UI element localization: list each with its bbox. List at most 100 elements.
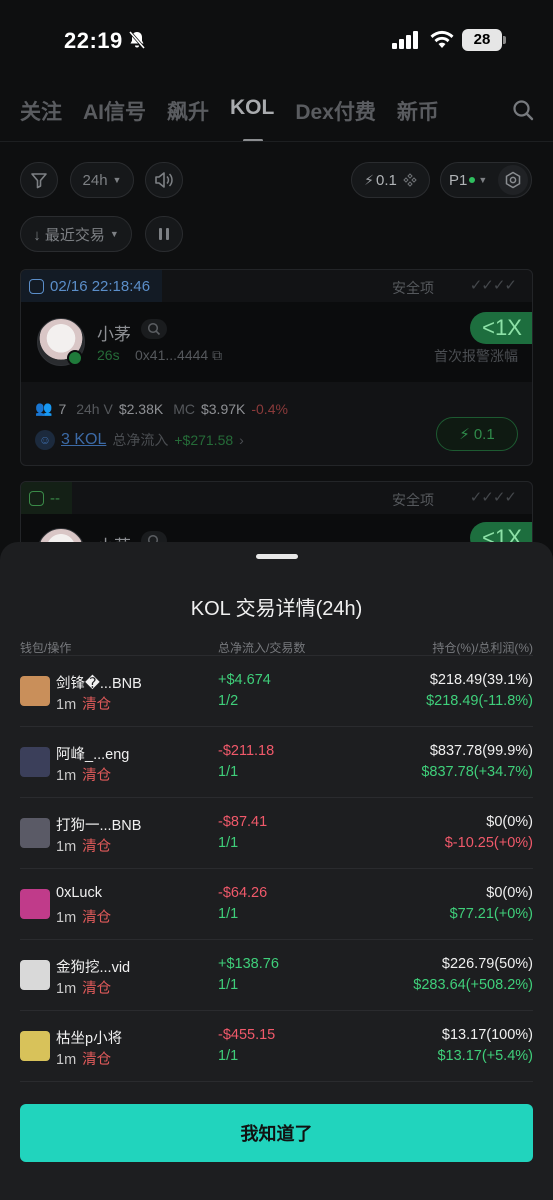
kol-summary[interactable]: ☺ 3 KOL 总净流入 +$271.58 › <box>35 430 244 450</box>
lightning-icon: ⚡ <box>364 171 374 188</box>
sort-value: ↓ 最近交易 <box>33 226 105 244</box>
copy-icon[interactable]: ⧉ <box>212 347 222 363</box>
kol-avatar[interactable] <box>20 747 50 777</box>
kol-avatar[interactable] <box>20 676 50 706</box>
gear-icon <box>505 171 521 189</box>
table-row[interactable]: 0xLuck 1m 清仓 -$64.26 1/1 $0(0%) $77.21(+0%) <box>20 868 533 939</box>
total-profit: $218.49(-11.8%) <box>426 693 533 709</box>
cellular-signal-icon <box>392 31 418 49</box>
alert-badge-icon <box>29 490 44 506</box>
sort-select[interactable]: ↓ 最近交易 ▼ <box>20 216 132 252</box>
tab-surge[interactable]: 飙升 <box>167 96 209 128</box>
net-inflow-value: +$271.58 <box>174 432 234 448</box>
total-profit: $77.21(+0%) <box>449 906 533 922</box>
status-bar: 22:19 28 <box>0 0 553 80</box>
status-dot-icon <box>469 177 476 183</box>
holders-icon: 👥 <box>35 400 53 416</box>
kol-action: 1m 清仓 <box>56 1048 111 1069</box>
column-header-holding: 持仓(%)/总利润(%) <box>432 641 533 655</box>
kol-trade-detail-sheet: KOL 交易详情(24h) 钱包/操作 总净流入/交易数 持仓(%)/总利润(%… <box>0 542 553 1200</box>
trade-count: 1/1 <box>218 906 239 922</box>
tab-ai-signal[interactable]: AI信号 <box>83 96 146 128</box>
caret-down-icon: ▼ <box>109 229 119 239</box>
sheet-title: KOL 交易详情(24h) <box>190 598 363 620</box>
trade-count: 1/1 <box>218 835 239 851</box>
action-label: 清仓 <box>82 981 112 997</box>
trade-table: 剑锋�...BNB 1m 清仓 +$4.674 1/2 $218.49(39.1%) $21… <box>20 655 533 1082</box>
kol-wallet-name: 枯坐p小将 <box>56 1031 123 1047</box>
mc-label: MC <box>173 400 195 417</box>
mc-value: $3.97K <box>200 400 246 417</box>
tab-dex-paid[interactable]: Dex付费 <box>295 96 376 128</box>
kol-action: 1m 清仓 <box>56 906 111 927</box>
safety-label: 安全项 <box>392 492 434 508</box>
trade-time: 1m <box>56 839 77 855</box>
sheet-drag-handle[interactable] <box>256 554 298 559</box>
token-address[interactable]: 0x41...4444 ⧉ <box>135 347 222 364</box>
trade-time: 1m <box>56 768 77 784</box>
lightning-icon: ⚡ <box>459 426 470 443</box>
table-row[interactable]: 打狗一...BNB 1m 清仓 -$87.41 1/1 $0(0%) $-10.25(+0%… <box>20 797 533 868</box>
token-card[interactable]: 02/16 22:18:46 安全项 ✓✓✓✓ 小茅 26s 0x41...44… <box>20 269 533 466</box>
holding-value: $0(0%) <box>486 885 533 901</box>
quick-buy-button[interactable]: ⚡ 0.1 <box>436 417 518 451</box>
multiplier-tag: <1X <box>470 312 532 344</box>
action-label: 清仓 <box>82 839 112 855</box>
holding-value: $837.78(99.9%) <box>429 743 533 759</box>
price-change: -0.4% <box>251 400 288 417</box>
card-header: 02/16 22:18:46 安全项 ✓✓✓✓ <box>21 270 532 302</box>
search-icon[interactable] <box>512 99 534 121</box>
net-inflow: -$455.15 <box>218 1027 276 1043</box>
kol-count-link[interactable]: 3 KOL <box>61 431 106 449</box>
token-name: 小茅 <box>97 325 131 344</box>
token-address-text: 0x41...4444 <box>135 347 209 363</box>
safety-label: 安全项 <box>392 280 434 296</box>
kol-avatar[interactable] <box>20 960 50 990</box>
action-label: 清仓 <box>82 768 112 784</box>
time-range-select[interactable]: 24h ▼ <box>70 162 134 198</box>
confirm-button[interactable]: 我知道了 <box>20 1104 533 1162</box>
net-inflow: -$211.18 <box>218 743 275 759</box>
chain-badge-icon <box>67 350 83 366</box>
trade-count: 1/2 <box>218 693 239 709</box>
bell-muted-icon <box>128 31 146 49</box>
holding-value: $218.49(39.1%) <box>429 672 533 688</box>
kol-avatar[interactable] <box>20 1031 50 1061</box>
tab-new-coins[interactable]: 新币 <box>397 96 439 128</box>
time-range-value: 24h <box>82 171 108 189</box>
kol-avatar[interactable] <box>20 889 50 919</box>
net-inflow: -$87.41 <box>218 814 268 830</box>
table-row[interactable]: 金狗挖...vid 1m 清仓 +$138.76 1/1 $226.79(50%) $283… <box>20 939 533 1010</box>
chevron-right-icon: › <box>239 432 244 448</box>
table-row[interactable]: 枯坐p小将 1m 清仓 -$455.15 1/1 $13.17(100%) $13.17(+… <box>20 1010 533 1081</box>
token-age: 26s <box>97 347 120 363</box>
table-row[interactable]: 剑锋�...BNB 1m 清仓 +$4.674 1/2 $218.49(39.1%) $21… <box>20 655 533 726</box>
battery-indicator: 28 <box>462 29 506 51</box>
token-search-button[interactable] <box>141 319 167 339</box>
tab-kol[interactable]: KOL <box>230 96 274 142</box>
pause-button[interactable] <box>145 216 183 252</box>
kol-wallet-name: 剑锋�...BNB <box>56 676 142 692</box>
kol-action: 1m 清仓 <box>56 693 111 714</box>
trade-count: 1/1 <box>218 977 239 993</box>
sound-toggle[interactable] <box>145 162 183 198</box>
holding-value: $226.79(50%) <box>441 956 533 972</box>
table-row[interactable]: 阿峰_...eng 1m 清仓 -$211.18 1/1 $837.78(99.9%) $8… <box>20 726 533 797</box>
profile-value: P1 <box>449 171 468 189</box>
settings-button[interactable] <box>498 165 528 195</box>
tab-follow[interactable]: 关注 <box>20 96 62 128</box>
holders-count: 7 <box>58 400 67 417</box>
quick-buy-amount[interactable]: ⚡ 0.1 <box>351 162 430 198</box>
search-icon <box>147 322 161 336</box>
kol-avatar[interactable] <box>20 818 50 848</box>
filter-button[interactable] <box>20 162 58 198</box>
kol-wallet-name: 打狗一...BNB <box>56 818 142 834</box>
safety-checks-icon: ✓✓✓✓ <box>469 489 517 506</box>
card-token-info: 小茅 26s 0x41...4444 ⧉ <1X 首次报警涨幅 <box>21 302 532 382</box>
card-timestamp-badge: 02/16 22:18:46 <box>21 270 163 302</box>
profile-select[interactable]: P1 ▼ <box>440 162 532 198</box>
net-inflow: -$64.26 <box>218 885 268 901</box>
kol-wallet-name: 阿峰_...eng <box>56 747 130 763</box>
trade-time: 1m <box>56 1052 77 1068</box>
pause-icon <box>159 228 169 240</box>
